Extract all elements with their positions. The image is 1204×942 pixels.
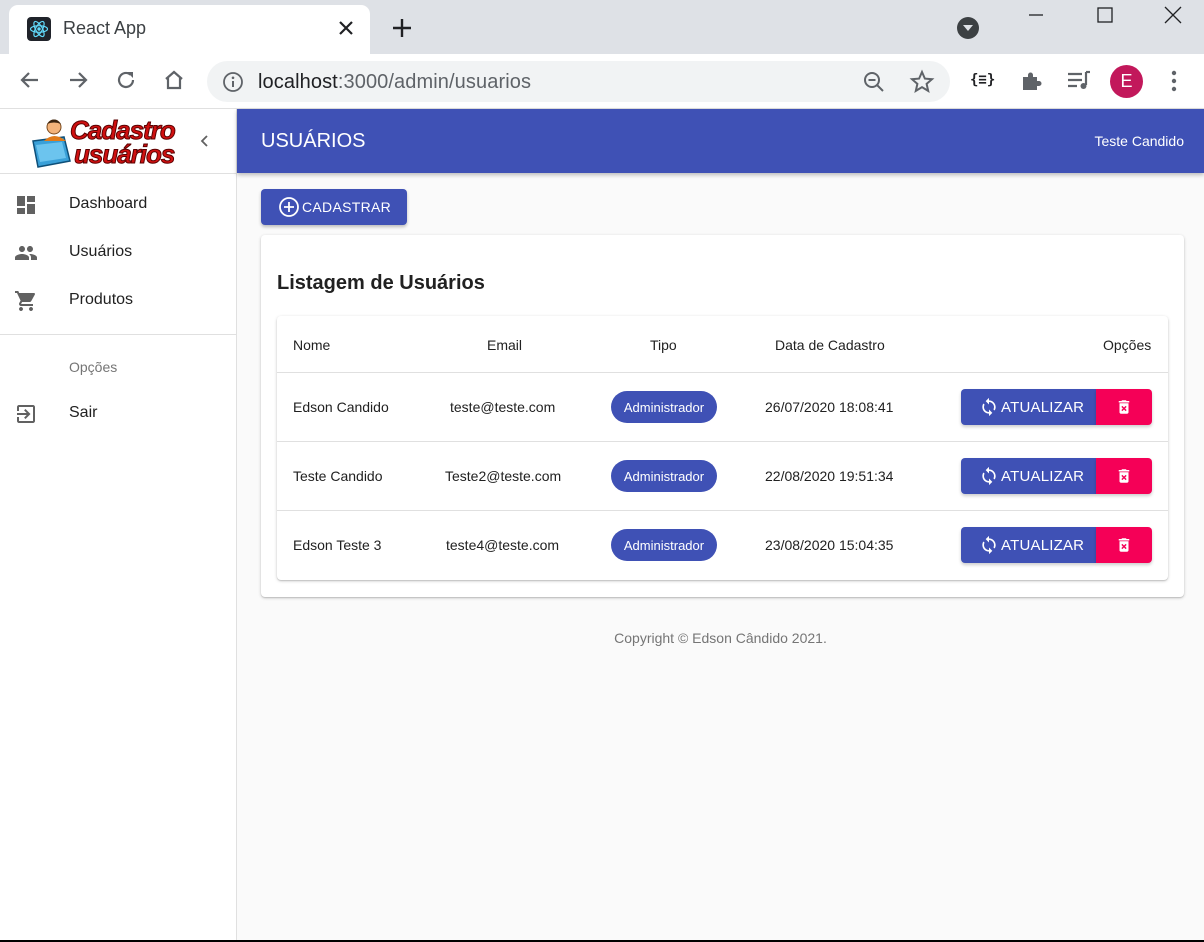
browser-tab-strip: React App [0,0,1204,54]
sidebar-section-header: Opções [69,359,118,375]
delete-forever-icon [1118,469,1130,483]
logo-header: Cadastro usuários [0,109,236,174]
shopping-cart-icon [14,289,38,313]
app-bar: USUÁRIOS Teste Candido [237,109,1204,173]
browser-toolbar: localhost:3000/admin/usuarios {≡} E [0,54,1204,109]
delete-button[interactable] [1096,389,1152,425]
table-row: Edson Candido teste@teste.com Administra… [277,372,1168,441]
app-logo: Cadastro usuários [30,115,182,169]
sidebar-item-dashboard[interactable]: Dashboard [0,181,236,229]
tab-title: React App [63,18,147,38]
url-path: :3000/admin/usuarios [337,71,532,93]
users-table: Nome Email Tipo Data de Cadastro Opções … [277,316,1168,580]
cell-email: teste@teste.com [450,399,556,415]
update-button[interactable]: ATUALIZAR [961,527,1096,563]
update-button-label: ATUALIZAR [1001,398,1085,416]
role-chip: Administrador [611,391,717,423]
update-button[interactable]: ATUALIZAR [961,458,1096,494]
sidebar-item-produtos[interactable]: Produtos [0,277,236,325]
reload-icon[interactable] [113,67,139,93]
sidebar-item-usuarios[interactable]: Usuários [0,229,236,277]
card-title: Listagem de Usuários [277,272,485,294]
cell-email: teste4@teste.com [446,537,560,553]
add-user-button[interactable]: CADASTRAR [261,189,407,225]
back-arrow-icon[interactable] [17,67,43,93]
update-button-label: ATUALIZAR [1001,536,1085,554]
role-chip: Administrador [611,460,717,492]
browser-tab[interactable]: React App [9,5,370,54]
page-title: USUÁRIOS [261,130,366,152]
address-bar[interactable]: localhost:3000/admin/usuarios [207,61,950,102]
column-header-email: Email [487,337,523,353]
table-row: Edson Teste 3 teste4@teste.com Administr… [277,510,1168,579]
url-host: localhost [258,71,338,93]
minimize-icon[interactable] [1013,0,1059,30]
media-queue-icon[interactable] [1066,69,1092,98]
sidebar-divider [0,334,236,335]
more-vert-icon[interactable] [1164,69,1184,98]
json-extension-icon[interactable]: {≡} [970,72,995,88]
site-info-icon[interactable] [222,71,244,98]
column-header-nome: Nome [293,337,331,353]
logo-text-line2: usuários [73,139,175,169]
sidebar-item-label: Dashboard [69,195,148,212]
dashboard-icon [14,193,38,217]
close-window-icon[interactable] [1150,0,1196,30]
table-row: Teste Candido Teste2@teste.com Administr… [277,441,1168,510]
column-header-tipo: Tipo [650,337,677,353]
sidebar-item-label: Produtos [69,291,134,308]
collapse-drawer-chevron-left-icon[interactable] [194,130,216,152]
url-text: localhost:3000/admin/usuarios [258,71,531,94]
cell-data: 26/07/2020 18:08:41 [765,399,894,415]
logout-icon [14,402,38,426]
cell-nome: Edson Candido [293,399,389,415]
delete-forever-icon [1118,538,1130,552]
add-circle-icon [279,197,299,217]
people-icon [14,241,38,265]
cell-data: 23/08/2020 15:04:35 [765,537,894,553]
sync-icon [982,466,996,486]
cell-nome: Teste Candido [293,468,383,484]
cell-email: Teste2@teste.com [445,468,562,484]
update-button-label: ATUALIZAR [1001,467,1085,485]
sidebar-drawer: Cadastro usuários Dashboard Usuários Pro… [0,109,237,942]
react-favicon-icon [27,17,51,41]
current-user-name: Teste Candido [1094,133,1184,149]
new-tab-icon[interactable] [390,16,414,40]
sidebar-item-label: Usuários [69,243,133,260]
extensions-puzzle-icon[interactable] [1019,69,1043,98]
delete-button[interactable] [1096,527,1152,563]
add-user-button-label: CADASTRAR [302,199,392,215]
tab-close-icon[interactable] [335,17,357,39]
forward-arrow-icon[interactable] [65,67,91,93]
tab-search-icon[interactable] [957,17,979,39]
maximize-icon[interactable] [1082,0,1128,30]
delete-button[interactable] [1096,458,1152,494]
profile-avatar[interactable]: E [1110,65,1143,98]
users-card: Listagem de Usuários Nome Email Tipo Dat… [261,235,1184,597]
delete-forever-icon [1118,400,1130,414]
role-chip: Administrador [611,529,717,561]
cell-nome: Edson Teste 3 [293,537,382,553]
column-header-data: Data de Cadastro [775,337,885,353]
sync-icon [982,397,996,417]
sidebar-item-label: Sair [69,404,98,421]
update-button[interactable]: ATUALIZAR [961,389,1096,425]
sidebar-item-sair[interactable]: Sair [0,390,236,438]
sync-icon [982,535,996,555]
footer-copyright: Copyright © Edson Cândido 2021. [614,630,827,646]
home-icon[interactable] [161,67,187,93]
cell-data: 22/08/2020 19:51:34 [765,468,894,484]
bookmark-star-icon[interactable] [909,69,935,100]
column-header-opcoes: Opções [1103,337,1152,353]
zoom-out-icon[interactable] [862,70,886,99]
